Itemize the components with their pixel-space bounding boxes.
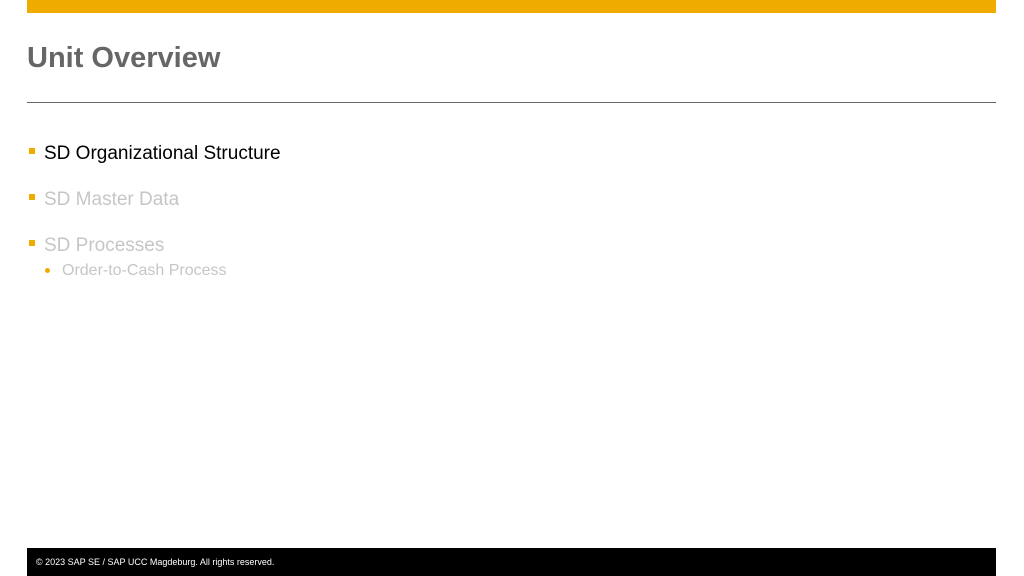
title-divider bbox=[27, 102, 996, 103]
list-item-label: SD Organizational Structure bbox=[44, 143, 281, 164]
sub-item-label: Order-to-Cash Process bbox=[62, 262, 227, 279]
list-item-label: SD Processes bbox=[44, 235, 165, 256]
sub-bullet-list: Order-to-Cash Process bbox=[44, 261, 927, 281]
unit-bullet-list: SD Organizational Structure SD Master Da… bbox=[27, 142, 927, 281]
list-item-organizational-structure: SD Organizational Structure bbox=[27, 142, 927, 166]
list-item-master-data: SD Master Data bbox=[27, 188, 927, 212]
list-item-processes: SD Processes Order-to-Cash Process bbox=[27, 234, 927, 281]
square-bullet-icon bbox=[29, 148, 35, 154]
footer-bar: © 2023 SAP SE / SAP UCC Magdeburg. All r… bbox=[27, 548, 996, 576]
round-bullet-icon bbox=[45, 268, 50, 273]
square-bullet-icon bbox=[29, 240, 35, 246]
sub-item-order-to-cash: Order-to-Cash Process bbox=[45, 261, 927, 281]
top-accent-bar bbox=[27, 0, 996, 13]
copyright-text: © 2023 SAP SE / SAP UCC Magdeburg. All r… bbox=[36, 557, 275, 567]
slide: Unit Overview SD Organizational Structur… bbox=[0, 0, 1024, 576]
square-bullet-icon bbox=[29, 194, 35, 200]
slide-title: Unit Overview bbox=[27, 42, 221, 74]
list-item-label: SD Master Data bbox=[44, 189, 180, 210]
